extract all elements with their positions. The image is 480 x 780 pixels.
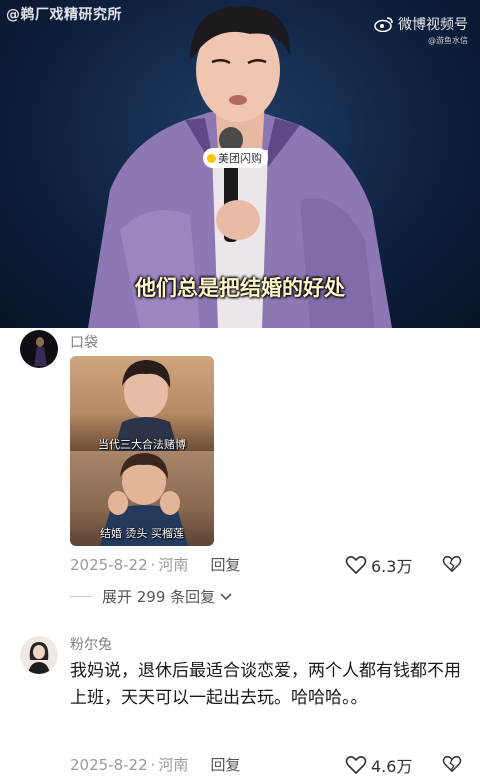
comment-username[interactable]: 粉尔兔 bbox=[70, 634, 112, 654]
broken-heart-icon bbox=[442, 755, 462, 772]
meta-separator: · bbox=[150, 755, 156, 774]
comment-text: 我妈说，退休后最适合谈恋爱，两个人都有钱都不用上班，天天可以一起出去玩。哈哈哈。… bbox=[70, 661, 461, 708]
comment-item: 粉尔兔 我妈说，退休后最适合谈恋爱，两个人都有钱都不用上班，天天可以一起出去玩。… bbox=[0, 0, 480, 780]
like-button[interactable]: 4.6万 bbox=[345, 753, 412, 777]
like-count: 4.6万 bbox=[371, 757, 413, 776]
comment-meta: 2025-8-22 · 河南 回复 bbox=[70, 754, 240, 775]
avatar-woman-icon bbox=[28, 642, 50, 674]
dislike-button[interactable] bbox=[442, 755, 462, 777]
heart-icon bbox=[345, 756, 367, 774]
comment-location: 河南 bbox=[158, 756, 189, 774]
reply-button[interactable]: 回复 bbox=[210, 754, 240, 775]
avatar[interactable] bbox=[20, 636, 58, 674]
comment-date: 2025-8-22 bbox=[70, 755, 148, 774]
